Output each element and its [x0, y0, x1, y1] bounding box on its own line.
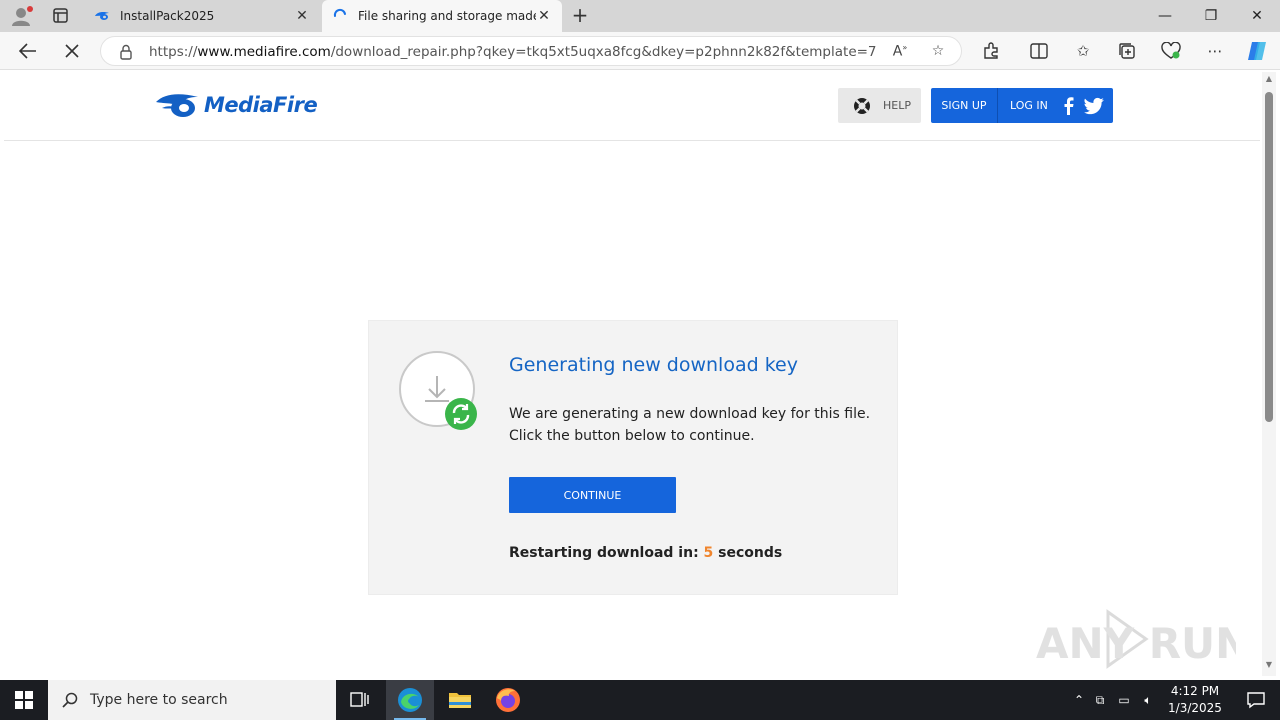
tab-close-icon[interactable]: ✕ [536, 8, 552, 24]
restart-countdown: Restarting download in: 5 seconds [509, 545, 782, 561]
edge-taskbar-icon[interactable] [386, 680, 434, 720]
back-icon[interactable] [14, 38, 42, 64]
auth-bar: SIGN UP LOG IN [931, 88, 1113, 123]
card-description: We are generating a new download key for… [509, 403, 879, 447]
windows-taskbar: Type here to search ⌃ ⧉ ▭ 🔈︎ 4:12 PM 1/3… [0, 680, 1280, 720]
restore-icon[interactable]: ❐ [1188, 0, 1234, 32]
download-refresh-icon [399, 351, 481, 433]
tab-close-icon[interactable]: ✕ [294, 8, 310, 24]
site-header: MediaFire HELP SIGN UP LOG IN [4, 70, 1260, 141]
system-tray: ⌃ ⧉ ▭ 🔈︎ [1070, 680, 1160, 720]
restart-prefix: Restarting download in: [509, 545, 699, 561]
sign-up-button[interactable]: SIGN UP [931, 88, 998, 123]
start-button[interactable] [0, 680, 48, 720]
split-screen-icon[interactable] [1028, 40, 1050, 62]
tab-title: InstallPack2025 [120, 9, 215, 23]
scroll-down-icon[interactable]: ▼ [1263, 660, 1275, 672]
restart-suffix: seconds [718, 545, 783, 561]
notifications-icon[interactable] [1232, 680, 1280, 720]
download-key-card: Generating new download key We are gener… [368, 320, 898, 595]
twitter-icon[interactable] [1083, 97, 1104, 115]
copilot-icon[interactable] [1246, 40, 1268, 62]
firefox-icon[interactable] [484, 680, 532, 720]
network-icon[interactable]: ▭ [1112, 693, 1136, 707]
taskbar-search[interactable]: Type here to search [48, 680, 336, 720]
collections-icon[interactable] [1116, 40, 1138, 62]
tab-installpack[interactable]: InstallPack2025 ✕ [84, 0, 320, 32]
countdown-number: 5 [703, 545, 714, 561]
close-window-icon[interactable]: ✕ [1234, 0, 1280, 32]
device-icon[interactable]: ⧉ [1088, 693, 1112, 708]
page-scrollbar[interactable]: ▲ ▼ [1262, 72, 1276, 676]
file-explorer-icon[interactable] [436, 680, 484, 720]
anyrun-watermark: ANY RUN [1036, 608, 1250, 670]
mediafire-favicon-icon [95, 12, 109, 20]
scroll-thumb[interactable] [1265, 92, 1273, 422]
log-in-button[interactable]: LOG IN [1010, 99, 1048, 112]
favorites-icon[interactable]: ✩ [1072, 40, 1094, 62]
favorite-star-icon[interactable]: ☆ [929, 43, 947, 61]
tab-strip: InstallPack2025 ✕ File sharing and stora… [0, 0, 1280, 32]
facebook-icon[interactable] [1060, 96, 1078, 115]
search-icon [62, 692, 78, 708]
mediafire-logo[interactable]: MediaFire [154, 90, 318, 120]
continue-button[interactable]: CONTINUE [509, 477, 676, 513]
extensions-icon[interactable] [980, 40, 1002, 62]
more-menu-icon[interactable]: ⋯ [1204, 40, 1226, 62]
description-line: Click the button below to continue. [509, 428, 755, 444]
show-hidden-icons-icon[interactable]: ⌃ [1070, 693, 1088, 707]
watermark-text: ANY RUN [1036, 619, 1236, 668]
clock-time: 4:12 PM [1170, 684, 1220, 698]
clock-date: 1/3/2025 [1168, 701, 1222, 715]
lifebuoy-icon [854, 97, 870, 114]
tab-title: File sharing and storage made simple [358, 9, 536, 23]
minimize-icon[interactable]: — [1142, 0, 1188, 32]
card-title: Generating new download key [509, 354, 798, 376]
task-view-icon[interactable] [336, 680, 384, 720]
help-label: HELP [883, 99, 911, 112]
browser-essentials-icon[interactable] [1160, 40, 1182, 62]
lock-icon[interactable] [119, 44, 133, 60]
url-field[interactable]: https://www.mediafire.com/download_repai… [100, 36, 962, 66]
volume-icon[interactable]: 🔈︎ [1136, 693, 1160, 708]
scroll-up-icon[interactable]: ▲ [1263, 74, 1275, 86]
mediafire-logo-icon [156, 94, 198, 117]
page-viewport: MediaFire HELP SIGN UP LOG IN Generating… [4, 70, 1260, 676]
tab-actions-icon[interactable] [46, 6, 74, 26]
windows-logo-icon [15, 691, 33, 709]
read-aloud-icon[interactable]: A» [891, 43, 909, 61]
help-button[interactable]: HELP [838, 88, 921, 123]
stop-loading-icon[interactable] [58, 38, 86, 64]
loading-spinner-icon [333, 8, 346, 17]
search-placeholder: Type here to search [90, 692, 228, 708]
new-tab-icon[interactable]: + [568, 4, 592, 28]
description-line: We are generating a new download key for… [509, 406, 871, 422]
address-bar-row: https://www.mediafire.com/download_repai… [0, 32, 1280, 70]
url-text: https://www.mediafire.com/download_repai… [149, 44, 877, 60]
profile-avatar-icon[interactable] [10, 5, 34, 27]
window-controls: — ❐ ✕ [1142, 0, 1280, 32]
taskbar-clock[interactable]: 4:12 PM 1/3/2025 [1160, 683, 1230, 717]
tab-mediafire[interactable]: File sharing and storage made simple ✕ [322, 0, 562, 32]
logo-text: MediaFire [204, 93, 318, 117]
